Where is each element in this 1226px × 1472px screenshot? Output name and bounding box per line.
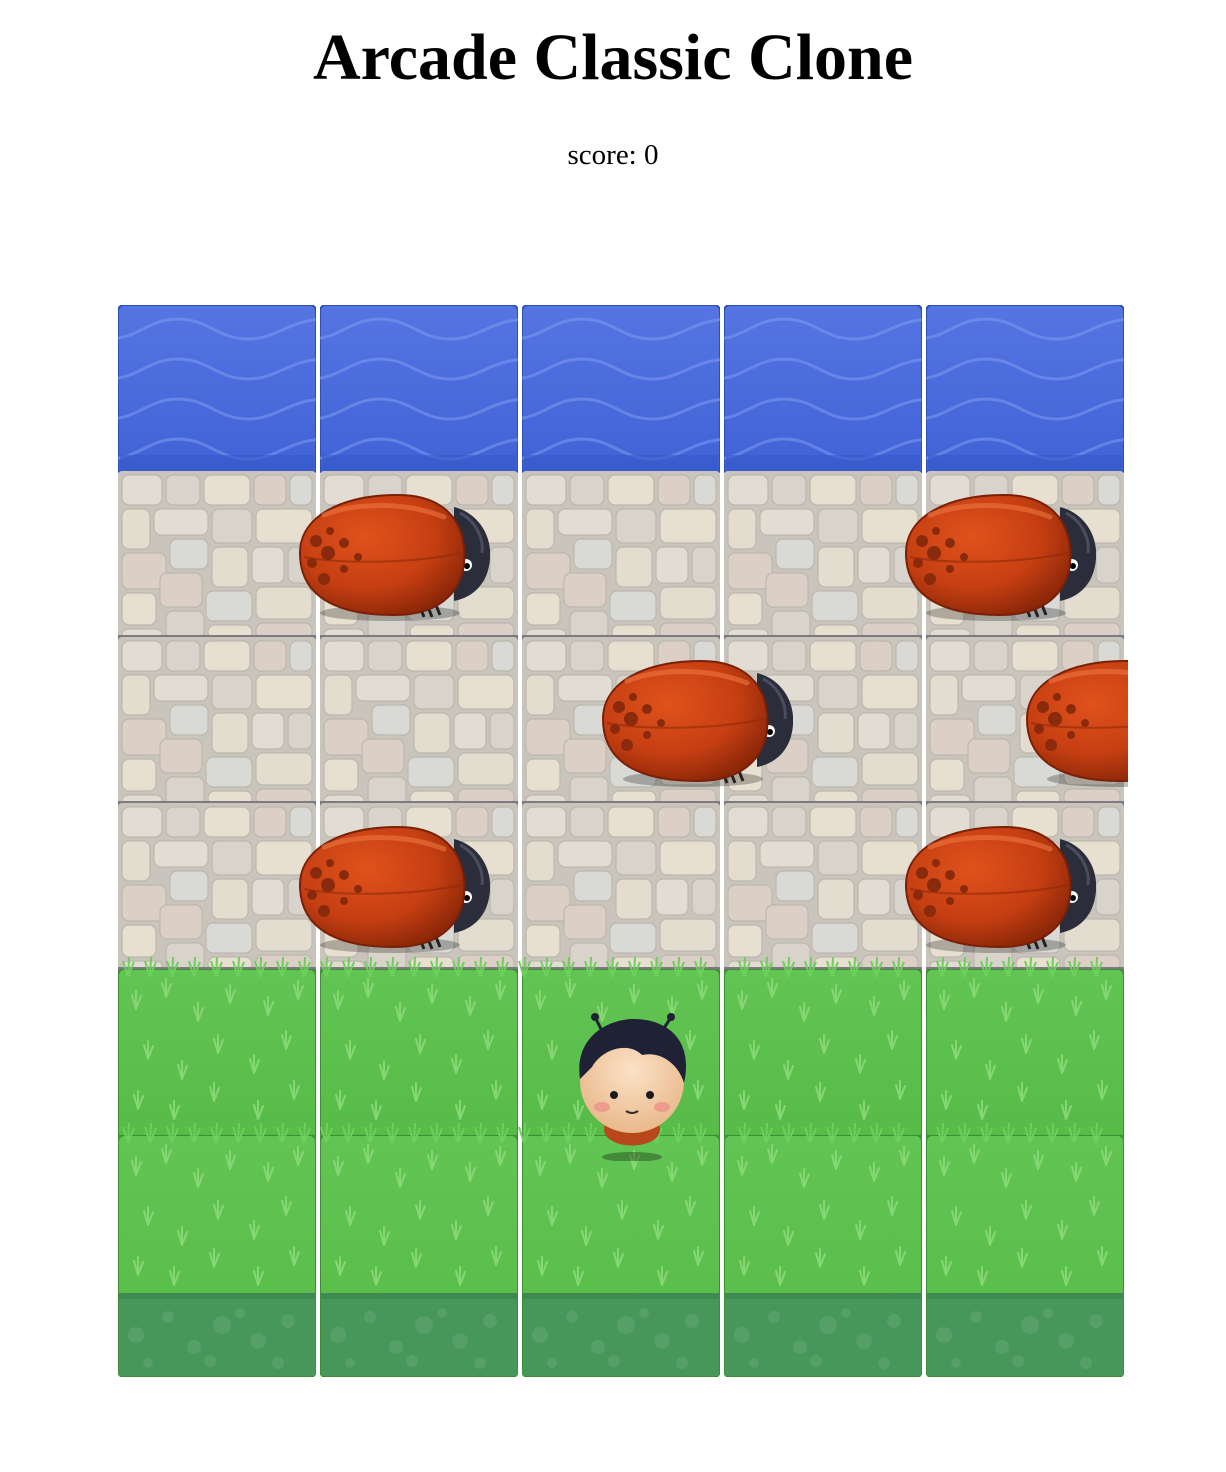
enemy-bug [597,657,793,791]
score-value: 0 [644,139,659,171]
stone-tile [522,471,720,641]
grass-tile [320,969,518,1139]
score-label: score: [567,139,637,171]
player-character [562,1011,702,1161]
water-tile [522,305,720,475]
stone-tile [320,637,518,807]
water-tile [320,305,518,475]
enemy-bug [294,823,490,957]
stone-tile [522,803,720,973]
game-board[interactable] [118,305,1128,1377]
grass-tile [926,1135,1124,1377]
grass-tuft-edge [118,955,1128,978]
enemy-bug [900,823,1096,957]
water-tile [724,305,922,475]
game-title: Arcade Classic Clone [312,21,914,94]
grass-tile [724,969,922,1139]
grass-tile [926,969,1124,1139]
enemy-bug [294,491,490,625]
stone-tile [118,637,316,807]
enemy-bug [1021,657,1128,791]
enemy-bug [900,491,1096,625]
water-tile [118,305,316,475]
water-tile [926,305,1124,475]
stone-tile [724,803,922,973]
stone-tile [118,471,316,641]
stone-tile [724,471,922,641]
grass-tile [724,1135,922,1377]
grass-tile [522,1135,720,1377]
score-display: score: 0 [0,138,1226,172]
stone-tile [118,803,316,973]
grass-tile [118,969,316,1139]
grass-tile [320,1135,518,1377]
grass-tile [118,1135,316,1377]
